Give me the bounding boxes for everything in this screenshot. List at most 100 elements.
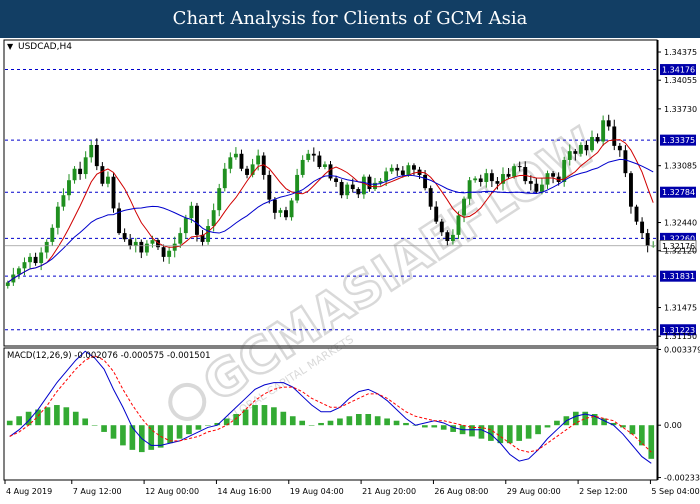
y-tick-label: 1.32440	[664, 219, 697, 228]
candle-body	[228, 157, 233, 169]
macd-histogram-bar	[72, 411, 79, 426]
candle-body	[72, 168, 77, 181]
macd-histogram-bar	[365, 414, 372, 426]
x-tick-label: 21 Aug 20:00	[362, 487, 416, 496]
candle-body	[595, 137, 600, 142]
macd-histogram-bar	[525, 425, 532, 439]
candle-body	[245, 168, 249, 175]
candle-body	[389, 167, 394, 172]
chart-svg: GCMASIAEFLOW GLOBAL CAPITAL MARKETS 1.34…	[3, 39, 700, 496]
candle-body	[428, 188, 433, 207]
candle-body	[367, 176, 372, 190]
candle-body	[339, 181, 344, 196]
level-label: 1.31831	[662, 272, 695, 281]
candle-body	[295, 174, 300, 201]
candle-body	[128, 239, 133, 246]
candle-body	[61, 195, 66, 207]
candle-body	[462, 198, 466, 216]
candle-body	[634, 206, 639, 222]
candle-body	[578, 144, 583, 154]
macd-histogram-bar	[384, 418, 390, 426]
macd-histogram-bar	[289, 416, 296, 426]
macd-histogram-bar	[252, 405, 258, 426]
macd-histogram-bar	[639, 425, 645, 446]
candle-body	[534, 183, 539, 192]
macd-histogram-bar	[440, 425, 447, 430]
x-tick-label: 29 Aug 00:00	[507, 487, 561, 496]
macd-histogram-bar	[318, 422, 324, 426]
macd-histogram-bar	[195, 425, 202, 430]
candle-body	[39, 252, 44, 264]
candle-body	[395, 167, 400, 171]
macd-histogram-bar	[648, 425, 655, 459]
symbol-dropdown-icon[interactable]: ▼	[7, 42, 14, 51]
macd-histogram-bar	[148, 425, 155, 450]
level-label: 1.32784	[662, 188, 695, 197]
candle-body	[434, 206, 439, 222]
candle-body	[5, 282, 10, 286]
candle-body	[267, 174, 272, 200]
macd-histogram-bar	[63, 407, 70, 426]
chart-title: USDCAD,H4	[18, 42, 72, 52]
candle-body	[629, 173, 633, 207]
candle-body	[317, 155, 322, 168]
candle-body	[495, 181, 500, 184]
candle-body	[467, 180, 472, 199]
macd-histogram-bar	[16, 416, 22, 426]
macd-histogram-bar	[233, 414, 239, 426]
candle-body	[161, 247, 166, 257]
candle-body	[217, 188, 222, 211]
candle-body	[89, 144, 94, 158]
x-tick-label: 14 Aug 16:00	[217, 487, 271, 496]
candle-body	[94, 144, 99, 167]
candle-body	[328, 164, 333, 179]
macd-histogram-bar	[308, 425, 315, 426]
macd-histogram-bar	[129, 425, 136, 450]
candle-body	[523, 167, 528, 182]
candle-body	[183, 218, 188, 234]
candle-body	[590, 137, 594, 151]
candle-body	[384, 171, 389, 182]
candle-body	[412, 165, 416, 170]
candle-body	[445, 232, 450, 242]
candle-body	[567, 151, 572, 160]
candle-body	[239, 153, 244, 169]
macd-histogram-bar	[101, 425, 107, 432]
macd-histogram-bar	[355, 414, 362, 426]
candle-body	[211, 210, 216, 227]
macd-histogram-bar	[403, 422, 409, 426]
candle-body	[456, 215, 461, 235]
macd-histogram-bar	[54, 405, 60, 426]
candle-body	[645, 233, 650, 246]
candle-body	[139, 241, 144, 253]
macd-histogram-bar	[572, 411, 579, 426]
candle-body	[423, 174, 428, 189]
candle-body	[50, 227, 55, 242]
candle-body	[189, 205, 194, 219]
candle-body	[345, 184, 350, 196]
macd-histogram-bar	[44, 407, 51, 426]
candle-body	[517, 166, 522, 168]
candle-body	[545, 173, 550, 185]
candle-body	[334, 178, 339, 182]
macd-histogram-bar	[506, 425, 513, 444]
y-tick-label: 1.33730	[664, 105, 697, 114]
macd-histogram-bar	[110, 425, 117, 439]
y-tick-label: 1.31475	[664, 304, 697, 313]
macd-histogram-bar	[176, 425, 183, 439]
level-label: 1.33375	[662, 136, 695, 145]
candle-body	[400, 170, 405, 175]
candle-body	[311, 153, 316, 156]
candle-body	[640, 221, 645, 234]
page-title: Chart Analysis for Clients of GCM Asia	[0, 0, 700, 38]
candle-body	[272, 199, 277, 213]
macd-histogram-bar	[6, 420, 13, 426]
candle-body	[573, 151, 578, 154]
macd-histogram-bar	[393, 420, 400, 426]
candle-body	[484, 173, 489, 182]
candle-body	[144, 243, 149, 253]
x-tick-label: 12 Aug 00:00	[145, 487, 199, 496]
candle-body	[528, 181, 533, 184]
candle-body	[406, 165, 411, 175]
candle-body	[195, 205, 199, 235]
